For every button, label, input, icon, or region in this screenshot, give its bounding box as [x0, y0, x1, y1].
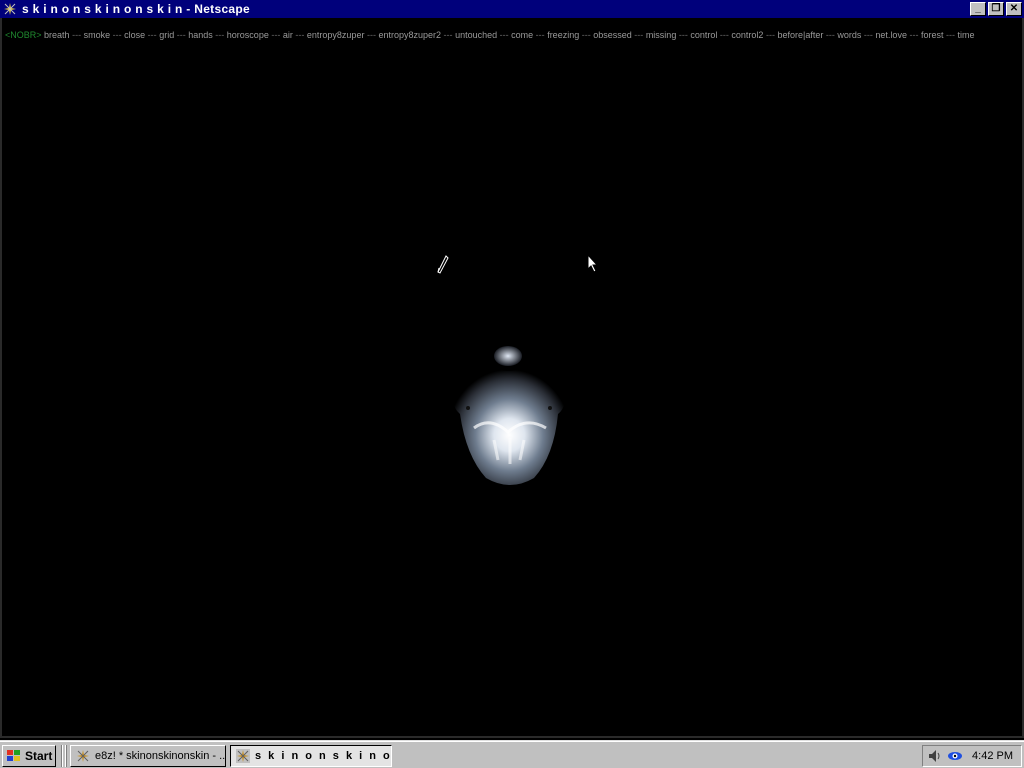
link-separator: ---: [366, 30, 376, 40]
link-separator: ---: [176, 30, 186, 40]
nav-link-control[interactable]: control: [690, 30, 717, 40]
speaker-icon[interactable]: [927, 748, 943, 764]
nav-link-entropy8zuper[interactable]: entropy8zuper: [307, 30, 365, 40]
clock[interactable]: 4:42 PM: [972, 750, 1013, 762]
nav-link-forest[interactable]: forest: [921, 30, 944, 40]
link-separator: ---: [909, 30, 919, 40]
link-separator: ---: [112, 30, 122, 40]
link-separator: ---: [295, 30, 305, 40]
taskbar-button-label: e8z! * skinonskinonskin - ...: [95, 750, 226, 762]
link-separator: ---: [147, 30, 157, 40]
netscape-icon: [76, 749, 90, 763]
link-separator: ---: [581, 30, 591, 40]
taskbar-button-e8z[interactable]: e8z! * skinonskinonskin - ...: [70, 745, 226, 767]
taskbar-button-label: s k i n o n s k i n o n ...: [255, 750, 392, 762]
nav-link-missing[interactable]: missing: [646, 30, 677, 40]
pen-cursor-icon: [437, 255, 449, 274]
nav-link-come[interactable]: come: [511, 30, 533, 40]
browser-content: <NOBR> breath --- smoke --- close --- gr…: [0, 18, 1024, 738]
close-icon: ✕: [1009, 3, 1019, 14]
start-button[interactable]: Start: [2, 745, 56, 767]
nav-link-smoke[interactable]: smoke: [84, 30, 111, 40]
link-separator: ---: [215, 30, 225, 40]
window-controls: _ ❐ ✕: [968, 2, 1022, 16]
taskbar-button-skinonskin[interactable]: s k i n o n s k i n o n ...: [230, 745, 392, 767]
window-title: s k i n o n s k i n o n s k i n - Netsca…: [22, 2, 250, 16]
nav-link-hands[interactable]: hands: [188, 30, 213, 40]
windows-logo-icon: [7, 750, 20, 761]
nav-link-words[interactable]: words: [837, 30, 861, 40]
nav-links: <NOBR> breath --- smoke --- close --- gr…: [5, 30, 975, 40]
nav-link-obsessed[interactable]: obsessed: [593, 30, 632, 40]
link-separator: ---: [499, 30, 509, 40]
nav-link-horoscope[interactable]: horoscope: [227, 30, 269, 40]
nav-link-freezing[interactable]: freezing: [547, 30, 579, 40]
start-label: Start: [25, 749, 53, 763]
nav-link-untouched[interactable]: untouched: [455, 30, 497, 40]
restore-icon: ❐: [991, 3, 1001, 14]
taskbar-divider: [61, 745, 63, 767]
netscape-icon: [236, 749, 250, 763]
nav-link-breath[interactable]: breath: [44, 30, 70, 40]
nav-link-air[interactable]: air: [283, 30, 293, 40]
taskbar: Start e8z! * skinonskinonskin - ... s k …: [0, 740, 1024, 768]
system-tray: 4:42 PM: [922, 745, 1022, 767]
nav-link-before-after[interactable]: before|after: [777, 30, 823, 40]
window-titlebar[interactable]: s k i n o n s k i n o n s k i n - Netsca…: [0, 0, 1024, 18]
nav-link-close[interactable]: close: [124, 30, 145, 40]
glowing-torso-image[interactable]: [438, 336, 582, 492]
netscape-icon[interactable]: [2, 1, 18, 17]
link-separator: ---: [825, 30, 835, 40]
restore-button[interactable]: ❐: [988, 2, 1004, 16]
link-separator: ---: [863, 30, 873, 40]
link-separator: ---: [719, 30, 729, 40]
minimize-icon: _: [975, 3, 981, 14]
eye-icon[interactable]: [947, 748, 963, 764]
nav-link-net-love[interactable]: net.love: [875, 30, 907, 40]
link-separator: ---: [72, 30, 82, 40]
nav-link-grid[interactable]: grid: [159, 30, 174, 40]
link-separator: ---: [535, 30, 545, 40]
link-separator: ---: [765, 30, 775, 40]
nobr-tag-text: <NOBR>: [5, 30, 42, 40]
link-separator: ---: [678, 30, 688, 40]
link-separator: ---: [271, 30, 281, 40]
arrow-cursor-icon: [587, 254, 599, 273]
nav-link-entropy8zuper2[interactable]: entropy8zuper2: [378, 30, 441, 40]
nav-link-time[interactable]: time: [958, 30, 975, 40]
nav-link-control2[interactable]: control2: [731, 30, 763, 40]
link-separator: ---: [634, 30, 644, 40]
link-separator: ---: [946, 30, 956, 40]
taskbar-grip[interactable]: [65, 745, 67, 767]
link-separator: ---: [443, 30, 453, 40]
close-button[interactable]: ✕: [1006, 2, 1022, 16]
minimize-button[interactable]: _: [970, 2, 986, 16]
